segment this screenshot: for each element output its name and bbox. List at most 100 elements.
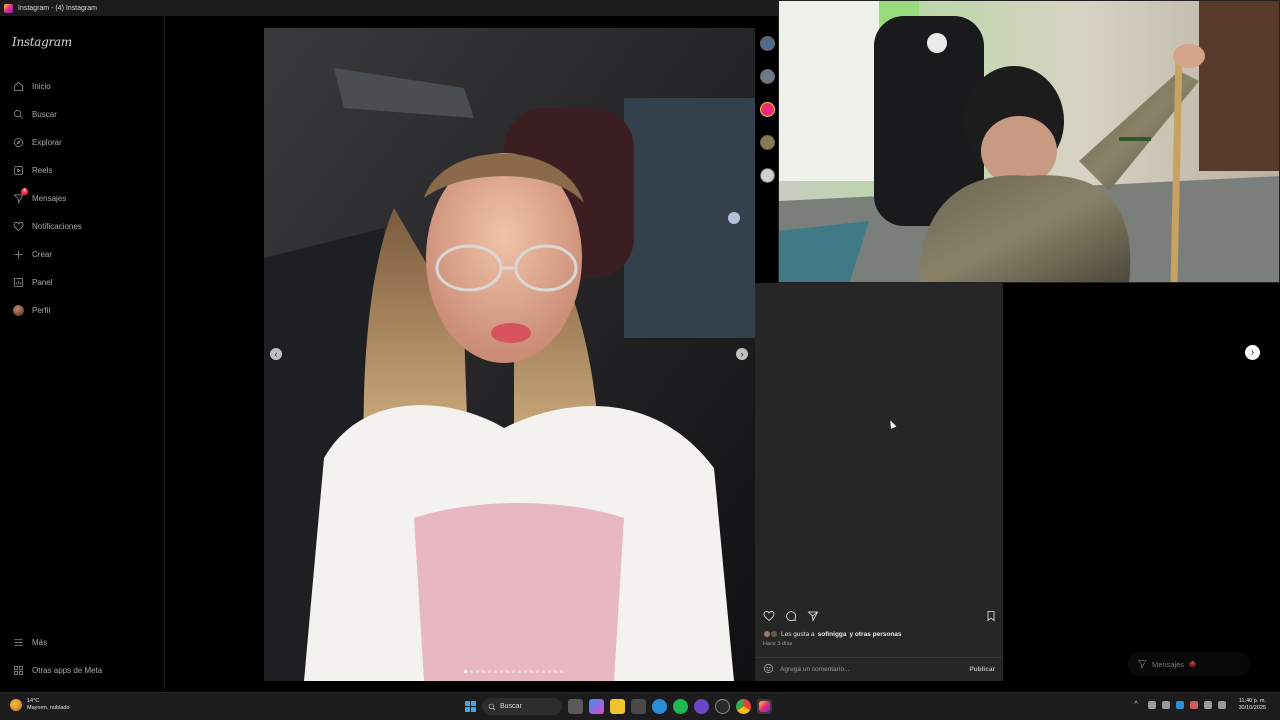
next-post-button[interactable]: › <box>1245 345 1260 360</box>
weather-widget[interactable]: 14°C Mayorm. nublado <box>10 698 70 712</box>
comment-button[interactable] <box>785 609 797 627</box>
emoji-icon <box>764 663 773 673</box>
sidebar-item-notificaciones[interactable]: Notificaciones <box>0 212 165 240</box>
sidebar-item-perfil[interactable]: Perfil <box>0 296 165 324</box>
weather-desc: Mayorm. nublado <box>27 705 70 711</box>
dashboard-icon <box>12 276 24 288</box>
sidebar-item-otras-apps[interactable]: Otras apps de Meta <box>0 656 165 684</box>
search-icon <box>488 703 496 710</box>
start-icon[interactable] <box>465 701 476 712</box>
story-avatar[interactable] <box>760 102 775 117</box>
weather-icon <box>10 699 22 711</box>
sidebar-item-buscar[interactable]: Buscar <box>0 100 165 128</box>
sidebar-item-crear[interactable]: Crear <box>0 240 165 268</box>
messenger-icon <box>1137 660 1147 669</box>
carousel-dot <box>476 670 479 673</box>
taskbar-search[interactable]: Buscar <box>482 698 562 715</box>
sidebar-item-inicio[interactable]: Inicio <box>0 72 165 100</box>
heart-icon <box>12 220 24 232</box>
post-actions <box>763 609 819 627</box>
carousel-dot <box>542 670 545 673</box>
weather-temp: 14°C <box>27 698 40 704</box>
avatar <box>12 304 24 316</box>
carousel-dots <box>464 670 563 673</box>
likes-summary[interactable]: Les gusta a sofinigga y otras personas <box>763 630 902 638</box>
carousel-dot <box>548 670 551 673</box>
story-avatar[interactable] <box>760 168 775 183</box>
sidebar-item-reels[interactable]: Reels <box>0 156 165 184</box>
chrome-icon[interactable] <box>736 699 751 714</box>
onedrive-icon[interactable] <box>1148 701 1157 709</box>
story-avatar[interactable] <box>760 135 775 150</box>
emoji-button[interactable] <box>763 661 774 679</box>
carousel-dot <box>470 670 473 673</box>
sidebar-item-label: Reels <box>32 165 53 175</box>
sidebar-item-label: Crear <box>32 249 53 259</box>
mensajes-badge: 4 <box>21 188 28 195</box>
instagram-logo[interactable]: Instagram <box>12 35 72 49</box>
carousel-prev-button[interactable]: ‹ <box>270 348 282 360</box>
sidebar-item-mensajes[interactable]: 4 Mensajes <box>0 184 165 212</box>
carousel-dot <box>524 670 527 673</box>
comment-input[interactable] <box>780 666 964 673</box>
edge-icon[interactable] <box>652 699 667 714</box>
story-avatar[interactable] <box>760 69 775 84</box>
carousel-dot <box>560 670 563 673</box>
sidebar-nav: Inicio Buscar Explorar Reels 4 Mensajes <box>0 72 165 324</box>
copilot-icon[interactable] <box>589 699 604 714</box>
spotify-icon[interactable] <box>673 699 688 714</box>
send-icon <box>807 611 819 622</box>
sidebar-item-explorar[interactable]: Explorar <box>0 128 165 156</box>
clock-date: 30/10/2025 <box>1238 705 1266 711</box>
sidebar-item-mas[interactable]: Más <box>0 628 165 656</box>
avatar <box>770 630 778 638</box>
post-photo[interactable] <box>264 28 755 681</box>
sidebar-item-label: Otras apps de Meta <box>32 665 103 675</box>
wifi-icon[interactable] <box>1204 701 1213 709</box>
taskbar: 14°C Mayorm. nublado Buscar ^ 11:40 p. m… <box>0 692 1280 720</box>
comment-bar: Publicar <box>755 657 1003 681</box>
chatgpt-icon[interactable] <box>715 699 730 714</box>
likes-suffix[interactable]: y otras personas <box>850 631 902 638</box>
carousel-dot <box>494 670 497 673</box>
obs-icon[interactable] <box>694 699 709 714</box>
likes-prefix: Les gusta a <box>781 630 815 638</box>
messenger-icon: 4 <box>12 188 28 204</box>
compass-icon <box>12 136 24 148</box>
sidebar-item-label: Inicio <box>32 81 51 91</box>
sidebar-item-panel[interactable]: Panel <box>0 268 165 296</box>
share-button[interactable] <box>807 609 819 627</box>
post-image <box>264 28 755 681</box>
search-icon <box>12 108 24 120</box>
post-time[interactable]: Hace 3 días <box>763 641 792 647</box>
app-tray-icon[interactable] <box>1190 701 1199 709</box>
security-icon[interactable] <box>1176 701 1185 709</box>
clock-time: 11:40 p. m. <box>1238 698 1266 704</box>
carousel-dot <box>482 670 485 673</box>
messages-pill[interactable]: Mensajes 4 <box>1128 652 1250 676</box>
carousel-next-button[interactable]: › <box>736 348 748 360</box>
sidebar-item-label: Más <box>32 637 48 647</box>
save-button[interactable] <box>985 609 997 627</box>
volume-icon[interactable] <box>1218 701 1227 709</box>
like-button[interactable] <box>763 609 775 627</box>
sidebar-item-label: Panel <box>32 277 53 287</box>
taskbar-apps: Buscar <box>465 698 772 715</box>
story-avatar[interactable] <box>760 36 775 51</box>
task-view-icon[interactable] <box>568 699 583 714</box>
sidebar-item-label: Perfil <box>32 305 51 315</box>
taskbar-clock[interactable]: 11:40 p. m. 30/10/2025 <box>1238 698 1266 712</box>
store-icon[interactable] <box>631 699 646 714</box>
story-strip <box>760 36 780 201</box>
carousel-dot <box>512 670 515 673</box>
instagram-app-icon <box>4 3 13 13</box>
likes-user[interactable]: sofinigga <box>818 631 847 638</box>
instagram-taskbar-icon[interactable] <box>757 699 772 714</box>
network-icon[interactable] <box>1162 701 1171 709</box>
publish-button[interactable]: Publicar <box>969 666 995 673</box>
sidebar-item-label: Mensajes <box>32 193 67 203</box>
tray-chevron-icon[interactable]: ^ <box>1134 701 1142 709</box>
comment-icon <box>786 611 797 622</box>
sidebar-item-label: Notificaciones <box>32 221 82 231</box>
file-explorer-icon[interactable] <box>610 699 625 714</box>
